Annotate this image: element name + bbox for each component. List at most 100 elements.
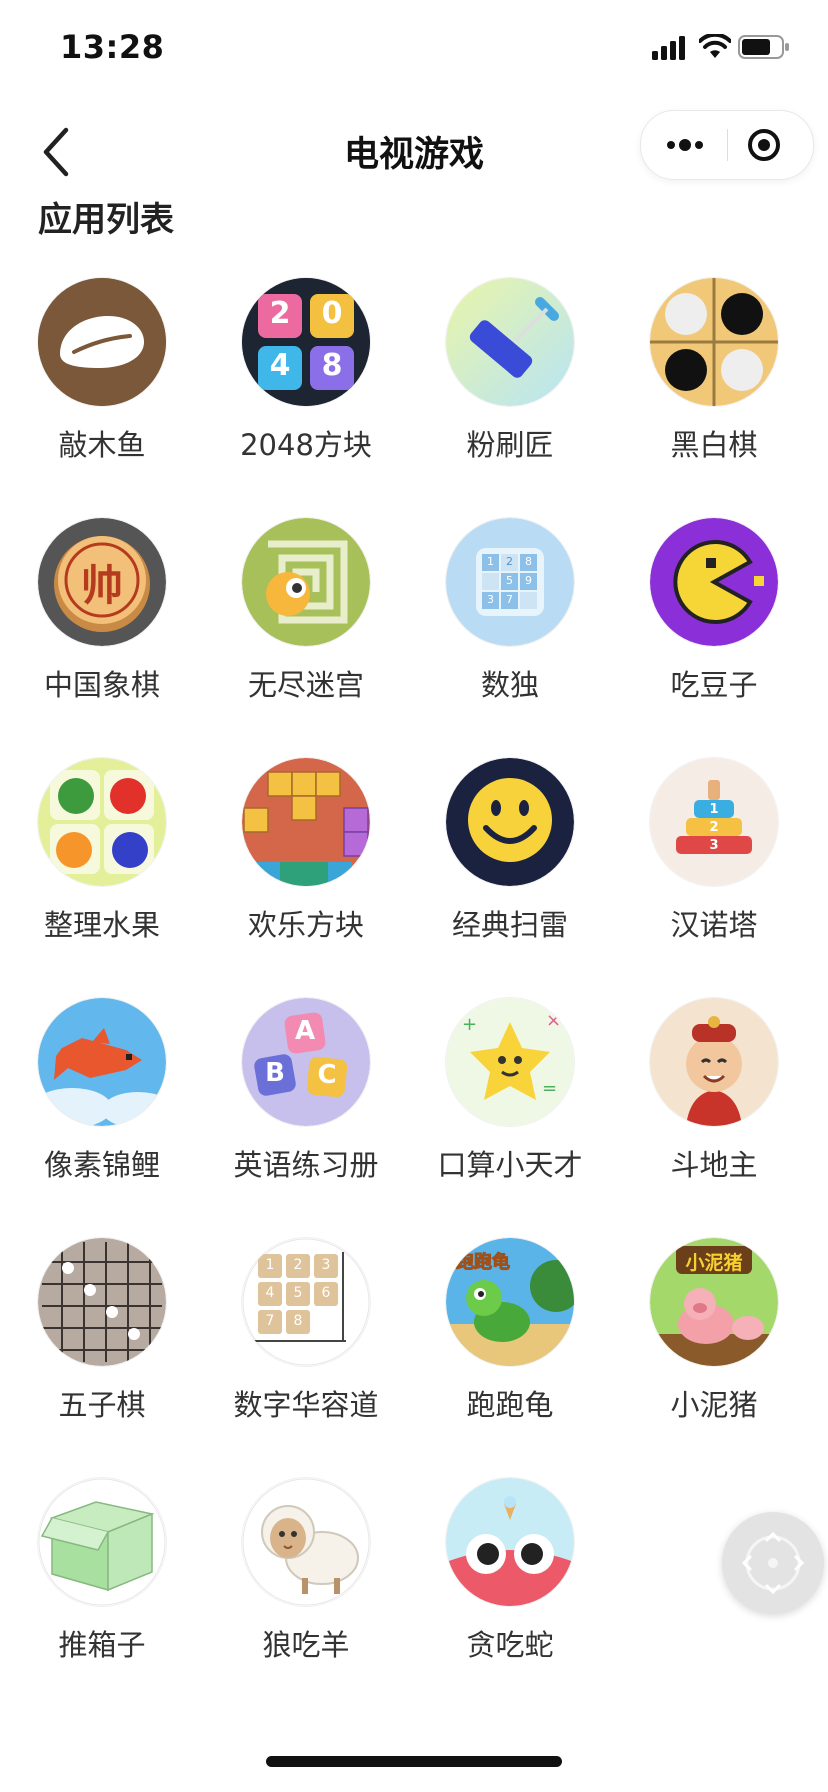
block-letter: A <box>294 1016 316 1046</box>
app-item[interactable]: 黑白棋 <box>612 272 816 512</box>
more-dot-icon <box>695 141 703 149</box>
puzzle-number: 5 <box>293 1285 303 1301</box>
sudoku-grid-icon: 1 2 8 5 9 3 7 <box>446 518 574 646</box>
app-label: 推箱子 <box>58 1628 146 1662</box>
cellular-signal-icon <box>652 36 685 60</box>
svg-text:=: = <box>542 1078 557 1099</box>
fruits-icon <box>38 758 166 886</box>
muddy-pig-icon: 小泥猪 <box>650 1238 778 1366</box>
number-slide-puzzle-icon: 1 2 3 4 5 6 7 8 <box>242 1238 370 1366</box>
landlord-character-icon <box>650 998 778 1126</box>
app-item[interactable]: 2 0 4 8 2048方块 <box>204 272 408 512</box>
pixel-koi-fish-icon <box>38 998 166 1126</box>
app-label: 整理水果 <box>43 908 160 942</box>
app-item[interactable]: 斗地主 <box>612 992 816 1232</box>
abc-blocks-icon: A B C <box>242 998 370 1126</box>
box-icon <box>38 1478 166 1606</box>
snake-face-icon <box>446 1478 574 1606</box>
status-bar: 13:28 <box>0 0 828 96</box>
app-item[interactable]: 欢乐方块 <box>204 752 408 992</box>
app-item[interactable]: 1 2 3 汉诺塔 <box>612 752 816 992</box>
mini-program-capsule <box>640 110 814 180</box>
block-letter: B <box>265 1058 285 1088</box>
app-label: 斗地主 <box>670 1148 758 1182</box>
app-label: 跑跑龟 <box>466 1388 554 1422</box>
home-indicator[interactable] <box>266 1756 562 1767</box>
app-item[interactable]: 无尽迷宫 <box>204 512 408 752</box>
app-label: 汉诺塔 <box>670 908 758 942</box>
app-item[interactable]: 粉刷匠 <box>408 272 612 512</box>
app-item[interactable]: + × = 口算小天才 <box>408 992 612 1232</box>
game-title-badge: 小泥猪 <box>685 1252 743 1274</box>
app-label: 小泥猪 <box>670 1388 758 1422</box>
sudoku-digit: 2 <box>506 555 513 568</box>
pacman-icon <box>650 518 778 646</box>
app-label: 无尽迷宫 <box>247 668 364 702</box>
app-item[interactable]: 贪吃蛇 <box>408 1472 612 1712</box>
paint-roller-icon <box>446 278 574 406</box>
app-item[interactable]: 敲木鱼 <box>0 272 204 512</box>
nav-bar: 电视游戏 <box>0 96 828 200</box>
app-label: 像素锦鲤 <box>43 1148 160 1182</box>
running-turtle-icon: 跑跑龟 <box>446 1238 574 1366</box>
more-dot-icon <box>667 141 675 149</box>
wooden-fish-icon <box>38 278 166 406</box>
app-label: 英语练习册 <box>233 1148 379 1182</box>
math-star-icon: + × = <box>446 998 574 1126</box>
app-item[interactable]: 推箱子 <box>0 1472 204 1712</box>
puzzle-number: 3 <box>321 1257 331 1273</box>
app-item[interactable]: 跑跑龟 跑跑龟 <box>408 1232 612 1472</box>
app-label: 欢乐方块 <box>247 908 364 942</box>
app-label: 吃豆子 <box>670 668 758 702</box>
app-item[interactable]: 1 2 8 5 9 3 7 数独 <box>408 512 612 752</box>
puzzle-number: 7 <box>265 1313 275 1329</box>
chess-glyph: 帅 <box>80 561 123 610</box>
app-label: 粉刷匠 <box>466 428 554 462</box>
app-item[interactable]: 1 2 3 4 5 6 7 8 数字华容道 <box>204 1232 408 1472</box>
section-title: 应用列表 <box>38 200 174 240</box>
2048-tiles-icon: 2 0 4 8 <box>242 278 370 406</box>
floating-dpad-button[interactable] <box>722 1512 824 1614</box>
app-label: 敲木鱼 <box>58 428 146 462</box>
game-title-badge: 跑跑龟 <box>456 1252 511 1274</box>
app-item[interactable]: 像素锦鲤 <box>0 992 204 1232</box>
puzzle-number: 1 <box>265 1257 275 1273</box>
app-item[interactable]: 帅 中国象棋 <box>0 512 204 752</box>
maze-icon <box>242 518 370 646</box>
app-label: 黑白棋 <box>670 428 758 462</box>
app-item[interactable]: 狼吃羊 <box>204 1472 408 1712</box>
smiley-face-icon <box>446 758 574 886</box>
hanoi-tower-icon: 1 2 3 <box>650 758 778 886</box>
gomoku-board-icon <box>38 1238 166 1366</box>
more-options-button[interactable] <box>641 111 727 179</box>
chinese-chess-piece-icon: 帅 <box>38 518 166 646</box>
sudoku-digit: 8 <box>525 555 532 568</box>
sudoku-digit: 9 <box>525 574 532 587</box>
tile-number: 4 <box>269 348 291 383</box>
disk-number: 2 <box>709 820 719 835</box>
svg-text:+: + <box>462 1014 477 1035</box>
more-dot-icon <box>679 139 691 151</box>
app-item[interactable]: 五子棋 <box>0 1232 204 1472</box>
close-target-icon[interactable] <box>728 111 813 179</box>
tile-number: 8 <box>321 348 343 383</box>
app-item[interactable]: 吃豆子 <box>612 512 816 752</box>
app-label: 经典扫雷 <box>451 908 568 942</box>
sudoku-digit: 7 <box>506 593 513 606</box>
app-item[interactable]: 经典扫雷 <box>408 752 612 992</box>
disk-number: 3 <box>709 838 719 853</box>
tile-number: 2 <box>269 296 291 331</box>
dpad-icon <box>741 1531 805 1595</box>
app-item[interactable]: 小泥猪 小泥猪 <box>612 1232 816 1472</box>
disk-number: 1 <box>709 802 719 817</box>
app-label: 狼吃羊 <box>262 1628 350 1662</box>
sudoku-digit: 1 <box>487 555 494 568</box>
app-label: 2048方块 <box>240 428 372 462</box>
app-item[interactable]: A B C 英语练习册 <box>204 992 408 1232</box>
wifi-icon <box>699 34 731 58</box>
puzzle-number: 8 <box>293 1313 303 1329</box>
block-puzzle-icon <box>242 758 370 886</box>
sheep-icon <box>242 1478 370 1606</box>
app-item[interactable]: 整理水果 <box>0 752 204 992</box>
app-label: 数字华容道 <box>233 1388 379 1422</box>
